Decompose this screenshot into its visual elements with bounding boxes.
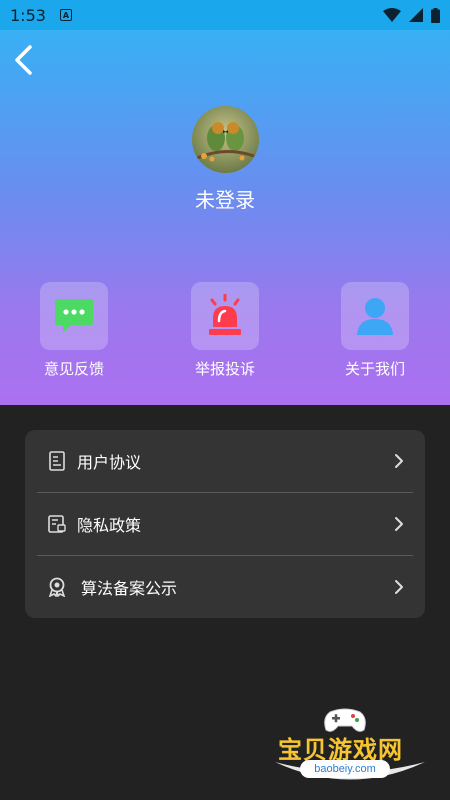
watermark-logo: 宝贝游戏网 baobeiy.com — [270, 700, 430, 790]
feedback-tile[interactable] — [40, 282, 108, 350]
person-icon — [357, 298, 393, 335]
alarm-siren-icon — [209, 294, 241, 335]
about-label: 关于我们 — [344, 360, 405, 378]
battery-icon — [431, 7, 440, 23]
birds-photo-avatar — [192, 106, 259, 173]
back-button[interactable] — [8, 40, 38, 80]
report-action[interactable]: 举报投诉 — [180, 282, 270, 379]
watermark-url: baobeiy.com — [300, 760, 390, 778]
chevron-right-icon — [395, 454, 403, 468]
status-bar: 1:53 A — [0, 0, 450, 30]
privacy-document-icon — [47, 514, 67, 534]
status-time: 1:53 — [10, 5, 46, 25]
a-icon: A — [59, 9, 72, 21]
avatar[interactable] — [192, 106, 259, 173]
report-tile[interactable] — [191, 282, 259, 350]
settings-menu: 用户协议 隐私政策 算法备案公示 — [25, 430, 425, 618]
profile-header: 未登录 意见反馈 举报投诉 关于我们 — [0, 30, 450, 405]
chevron-left-icon — [15, 45, 32, 75]
menu-label: 用户协议 — [77, 453, 142, 472]
username[interactable]: 未登录 — [0, 184, 450, 213]
chat-bubble-icon — [55, 299, 93, 333]
feedback-label: 意见反馈 — [43, 360, 104, 378]
menu-item-user-agreement[interactable]: 用户协议 — [25, 430, 425, 492]
menu-label: 隐私政策 — [77, 516, 142, 535]
award-badge-icon — [47, 577, 67, 597]
document-icon — [47, 451, 67, 471]
report-label: 举报投诉 — [194, 360, 255, 378]
about-tile[interactable] — [341, 282, 409, 350]
menu-label: 算法备案公示 — [81, 579, 178, 598]
menu-item-privacy-policy[interactable]: 隐私政策 — [25, 493, 425, 555]
signal-icon — [409, 8, 423, 22]
chevron-right-icon — [395, 517, 403, 531]
chevron-right-icon — [395, 580, 403, 594]
wifi-icon — [383, 8, 401, 22]
menu-item-algorithm-filing[interactable]: 算法备案公示 — [25, 556, 425, 618]
feedback-action[interactable]: 意见反馈 — [29, 282, 119, 379]
status-icons — [383, 7, 440, 23]
about-action[interactable]: 关于我们 — [330, 282, 420, 379]
